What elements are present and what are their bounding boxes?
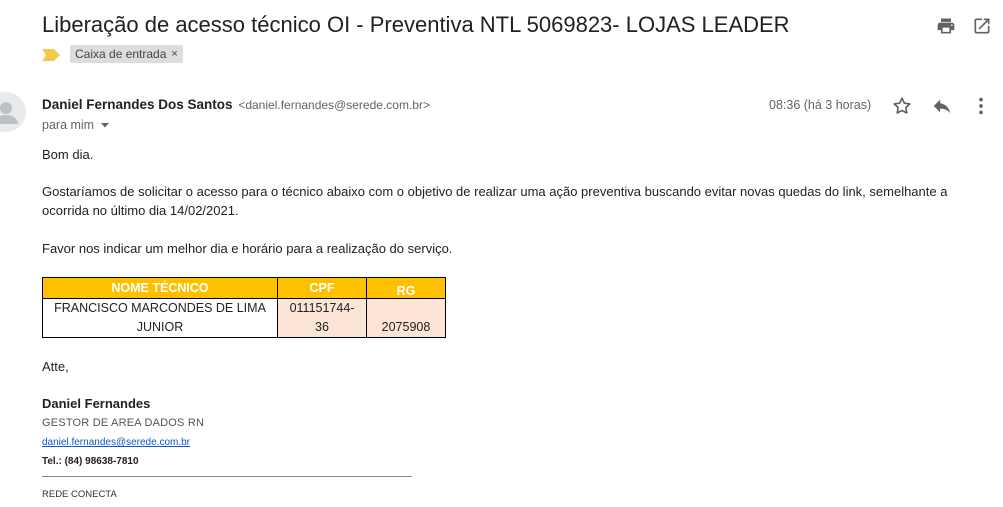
signature-divider xyxy=(42,476,412,477)
body-paragraph-1-line-2: ocorrida no último dia 14/02/2021. xyxy=(42,203,239,218)
signature-role: GESTOR DE AREA DADOS RN xyxy=(42,417,205,429)
cell-name-line-2: JUNIOR xyxy=(136,320,184,334)
technician-table: NOME TÉCNICO CPF RG FRANCISCO MARCONDES … xyxy=(42,277,446,338)
table-row: FRANCISCO MARCONDES DE LIMA JUNIOR 01115… xyxy=(42,298,446,338)
avatar-icon[interactable] xyxy=(0,92,26,132)
cell-cpf-line-2: 36 xyxy=(315,320,329,334)
header-rg: RG xyxy=(366,277,446,299)
greeting-text: Bom dia. xyxy=(42,147,94,162)
signature-company: REDE CONECTA xyxy=(42,489,117,500)
cell-cpf: 011151744- 36 xyxy=(277,298,367,338)
closing-text: Atte, xyxy=(42,359,69,374)
important-marker-icon[interactable] xyxy=(42,48,60,61)
signature-name: Daniel Fernandes xyxy=(42,396,151,411)
chevron-down-icon[interactable] xyxy=(100,120,110,130)
sender-row: Daniel Fernandes Dos Santos <daniel.fern… xyxy=(42,97,430,112)
reply-icon[interactable] xyxy=(931,95,953,117)
open-in-new-window-icon[interactable] xyxy=(972,16,992,36)
signature-email-link[interactable]: daniel.fernandes@serede.com.br xyxy=(42,437,190,448)
cell-cpf-line-1: 011151744- xyxy=(289,301,355,315)
recipients-text: para mim xyxy=(42,118,95,132)
table-header-row: NOME TÉCNICO CPF RG xyxy=(42,277,446,299)
signature-phone: Tel.: (84) 98638-7810 xyxy=(42,456,139,467)
label-row: Caixa de entrada × xyxy=(42,45,183,63)
inbox-label-chip[interactable]: Caixa de entrada × xyxy=(70,45,183,63)
email-subject: Liberação de acesso técnico OI - Prevent… xyxy=(42,12,790,37)
cell-rg: 2075908 xyxy=(366,298,446,338)
recipients-toggle[interactable]: para mim xyxy=(42,118,110,132)
cell-name-line-1: FRANCISCO MARCONDES DE LIMA xyxy=(54,301,266,315)
more-vert-icon[interactable] xyxy=(970,95,992,117)
cell-nome-tecnico: FRANCISCO MARCONDES DE LIMA JUNIOR xyxy=(42,298,278,338)
sender-name[interactable]: Daniel Fernandes Dos Santos xyxy=(42,97,233,112)
body-paragraph-1-line-1: Gostaríamos de solicitar o acesso para o… xyxy=(42,184,948,199)
remove-label-button[interactable]: × xyxy=(171,48,177,60)
header-cpf: CPF xyxy=(277,277,367,299)
print-icon[interactable] xyxy=(936,16,956,36)
email-timestamp: 08:36 (há 3 horas) xyxy=(769,98,872,112)
inbox-label-text: Caixa de entrada xyxy=(75,47,167,61)
body-paragraph-2: Favor nos indicar um melhor dia e horári… xyxy=(42,241,453,256)
star-icon[interactable] xyxy=(891,95,913,117)
header-nome-tecnico: NOME TÉCNICO xyxy=(42,277,278,299)
sender-email: <daniel.fernandes@serede.com.br> xyxy=(238,98,430,112)
